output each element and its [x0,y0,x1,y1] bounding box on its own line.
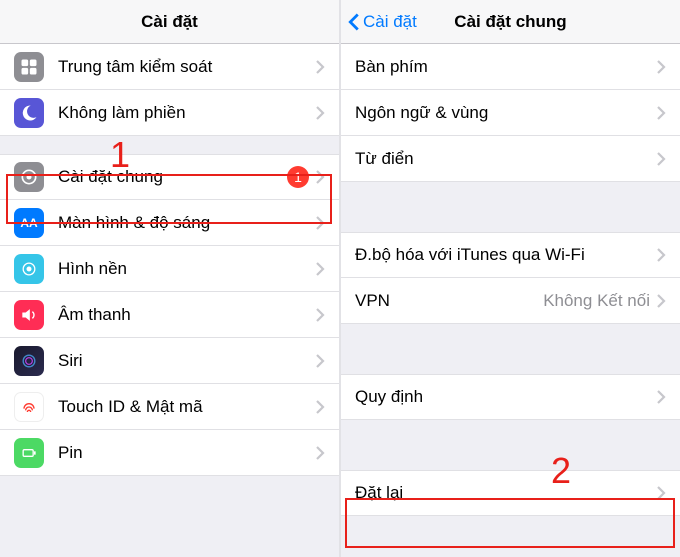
general-pane: Cài đặt Cài đặt chung Bàn phím Ngôn ngữ … [339,0,680,557]
navbar-title: Cài đặt chung [454,12,566,32]
row-pin[interactable]: Pin [0,430,339,476]
chevron-right-icon [315,59,325,75]
chevron-right-icon [315,445,325,461]
row-touchid[interactable]: Touch ID & Mật mã [0,384,339,430]
display-icon: AA [14,208,44,238]
row-label: Bàn phím [355,57,656,77]
row-label: Đ.bộ hóa với iTunes qua Wi-Fi [355,245,656,265]
chevron-right-icon [315,353,325,369]
row-label: Màn hình & độ sáng [58,213,315,233]
settings-list: Trung tâm kiểm soát Không làm phiền Cài … [0,44,339,557]
row-dictionary[interactable]: Từ điển [341,136,680,182]
chevron-right-icon [656,105,666,121]
row-label: Pin [58,443,315,463]
notification-badge: 1 [287,166,309,188]
chevron-right-icon [315,307,325,323]
row-label: Đặt lại [355,483,656,503]
row-label: Hình nền [58,259,315,279]
sounds-icon [14,300,44,330]
settings-pane: Cài đặt Trung tâm kiểm soát Không làm ph… [0,0,339,557]
touchid-icon [14,392,44,422]
row-vpn[interactable]: VPN Không Kết nối [341,278,680,324]
row-label: Âm thanh [58,305,315,325]
battery-icon [14,438,44,468]
row-keyboard[interactable]: Bàn phím [341,44,680,90]
chevron-left-icon [347,12,361,32]
row-label: Touch ID & Mật mã [58,397,315,417]
row-general[interactable]: Cài đặt chung 1 [0,154,339,200]
navbar-title: Cài đặt [141,12,198,32]
wallpaper-icon [14,254,44,284]
row-label: VPN [355,291,543,311]
back-label: Cài đặt [363,12,417,32]
row-value: Không Kết nối [543,291,650,311]
row-label: Ngôn ngữ & vùng [355,103,656,123]
row-control-center[interactable]: Trung tâm kiểm soát [0,44,339,90]
siri-icon [14,346,44,376]
row-language[interactable]: Ngôn ngữ & vùng [341,90,680,136]
chevron-right-icon [656,485,666,501]
general-list: Bàn phím Ngôn ngữ & vùng Từ điển Đ.bộ hó… [341,44,680,557]
row-itunes-sync[interactable]: Đ.bộ hóa với iTunes qua Wi-Fi [341,232,680,278]
row-label: Trung tâm kiểm soát [58,57,315,77]
chevron-right-icon [315,169,325,185]
chevron-right-icon [656,247,666,263]
row-label: Không làm phiền [58,103,315,123]
navbar-left: Cài đặt [0,0,339,44]
row-label: Từ điển [355,149,656,169]
control-center-icon [14,52,44,82]
chevron-right-icon [315,399,325,415]
gear-icon [14,162,44,192]
row-regulatory[interactable]: Quy định [341,374,680,420]
chevron-right-icon [656,59,666,75]
moon-icon [14,98,44,128]
chevron-right-icon [656,389,666,405]
row-wallpaper[interactable]: Hình nền [0,246,339,292]
chevron-right-icon [315,261,325,277]
row-label: Cài đặt chung [58,167,287,187]
row-siri[interactable]: Siri [0,338,339,384]
chevron-right-icon [315,105,325,121]
back-button[interactable]: Cài đặt [347,0,417,44]
chevron-right-icon [656,293,666,309]
navbar-right: Cài đặt Cài đặt chung [341,0,680,44]
chevron-right-icon [656,151,666,167]
row-reset[interactable]: Đặt lại [341,470,680,516]
row-display[interactable]: AA Màn hình & độ sáng [0,200,339,246]
row-label: Siri [58,351,315,371]
row-label: Quy định [355,387,656,407]
chevron-right-icon [315,215,325,231]
row-dnd[interactable]: Không làm phiền [0,90,339,136]
row-sounds[interactable]: Âm thanh [0,292,339,338]
